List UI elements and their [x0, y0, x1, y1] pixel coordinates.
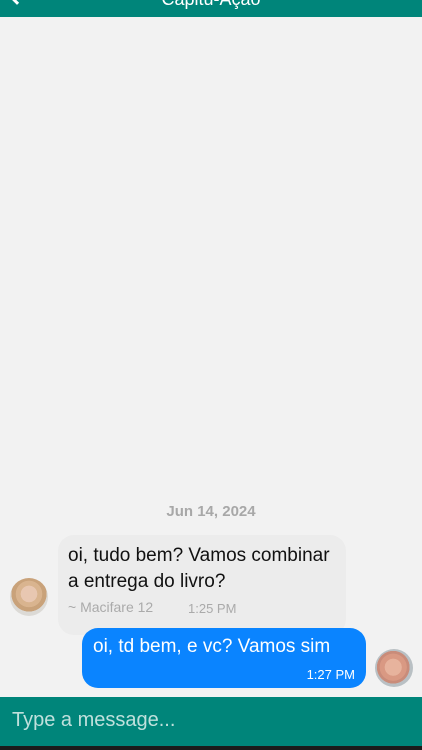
- avatar[interactable]: [10, 578, 48, 616]
- message-list[interactable]: Jun 14, 2024 oi, tudo bem? Vamos combina…: [0, 17, 422, 697]
- bottom-divider: [0, 746, 422, 750]
- message-meta: ~ Macifare 12 1:25 PM: [68, 599, 336, 617]
- message-input[interactable]: [10, 697, 414, 743]
- chat-title: Capitu-Ação: [0, 0, 422, 10]
- message-text: oi, tudo bem? Vamos combinar a entrega d…: [68, 545, 330, 592]
- message-text: oi, td bem, e vc? Vamos sim: [93, 636, 331, 657]
- message-composer: [0, 697, 422, 750]
- avatar[interactable]: [375, 649, 413, 687]
- incoming-message-bubble[interactable]: oi, tudo bem? Vamos combinar a entrega d…: [58, 535, 346, 635]
- sender-name: ~ Macifare 12: [68, 599, 154, 615]
- header-bar: Capitu-Ação: [0, 0, 422, 17]
- message-time: 1:25 PM: [188, 601, 237, 616]
- message-time: 1:27 PM: [306, 667, 355, 682]
- outgoing-message-bubble[interactable]: oi, td bem, e vc? Vamos sim 1:27 PM: [82, 628, 366, 688]
- date-separator: Jun 14, 2024: [166, 503, 256, 520]
- chat-screen: Capitu-Ação Jun 14, 2024 oi, tudo bem? V…: [0, 0, 422, 750]
